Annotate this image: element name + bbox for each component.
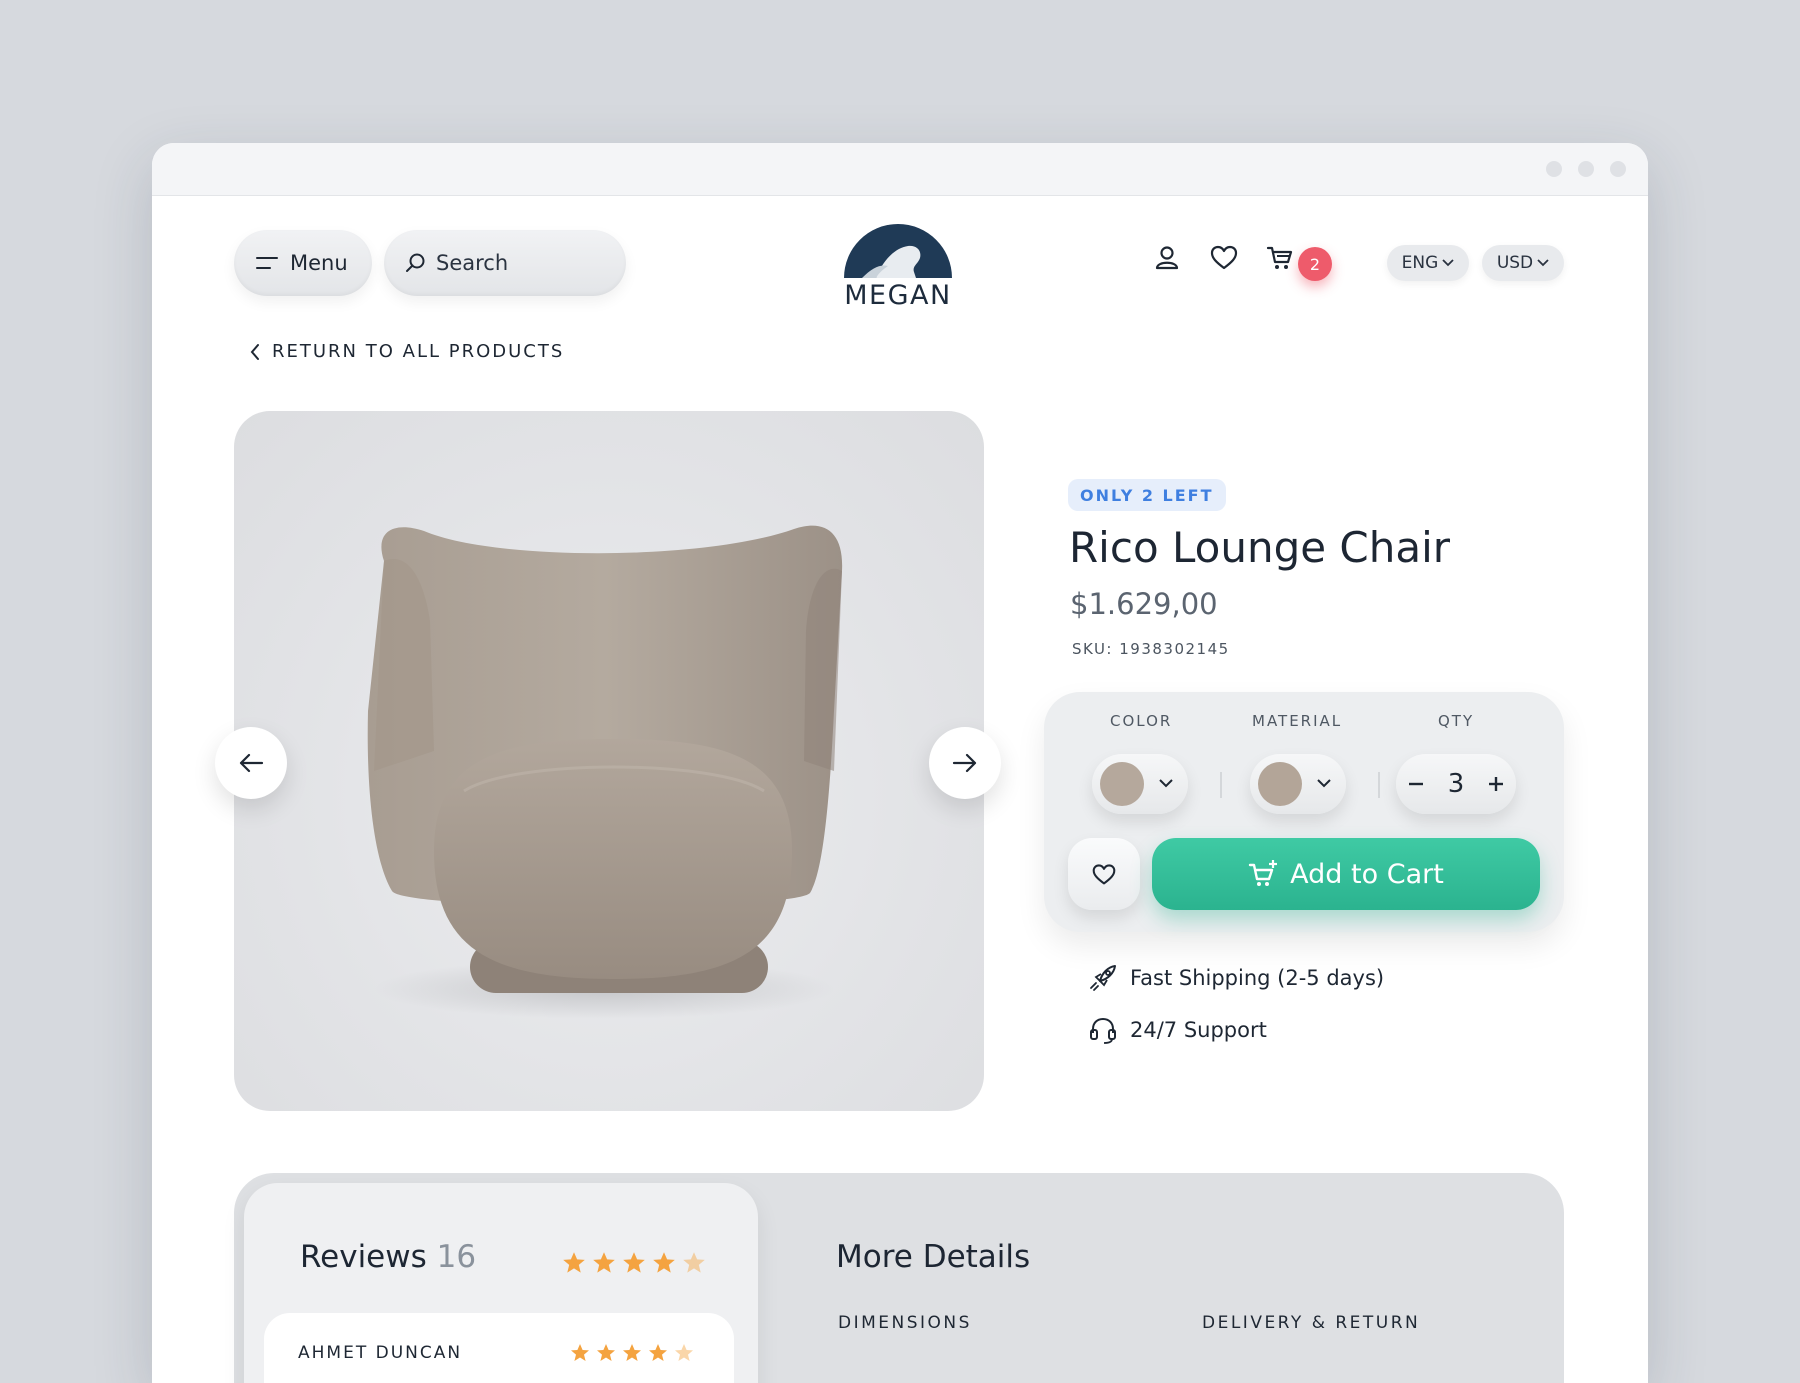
wishlist-heart-icon[interactable] — [1209, 243, 1239, 273]
search-button[interactable]: Search — [384, 230, 626, 296]
review-stars — [570, 1343, 694, 1363]
divider — [1378, 772, 1380, 798]
quantity-value[interactable]: 3 — [1448, 769, 1465, 799]
cart-count-badge: 2 — [1298, 247, 1332, 281]
star-icon — [563, 1252, 585, 1273]
reviews-title: Reviews 16 — [300, 1239, 476, 1275]
window-controls — [1546, 161, 1626, 177]
return-link[interactable]: RETURN TO ALL PRODUCTS — [250, 341, 564, 362]
currency-value: USD — [1496, 253, 1534, 273]
cart-icon[interactable] — [1265, 243, 1295, 273]
heart-icon — [1092, 864, 1116, 885]
material-swatch — [1258, 762, 1302, 806]
feature-label: 24/7 Support — [1130, 1018, 1267, 1042]
product-tabs-panel: Reviews 16 AHMET DUNCAN More Details DIM… — [234, 1173, 1564, 1383]
product-image — [367, 525, 843, 1019]
product-price: $1.629,00 — [1070, 587, 1218, 621]
star-icon — [571, 1344, 589, 1361]
color-swatch — [1100, 762, 1144, 806]
language-select[interactable]: ENG — [1387, 245, 1469, 281]
menu-button[interactable]: Menu — [234, 230, 372, 296]
star-icon — [597, 1344, 615, 1361]
product-sku: SKU: 1938302145 — [1072, 640, 1230, 658]
browser-window: Menu Search MEGAN 2 ENG USD RETURN TO AL… — [152, 143, 1648, 1383]
rating-stars — [562, 1251, 706, 1275]
qty-label: QTY — [1438, 712, 1475, 730]
chevron-down-icon — [1317, 779, 1331, 788]
cart-plus-icon — [1248, 860, 1278, 886]
reviewer-name: AHMET DUNCAN — [298, 1343, 463, 1363]
headset-icon — [1090, 1017, 1116, 1044]
product-gallery — [234, 411, 984, 1111]
arrow-right-icon — [952, 753, 977, 773]
star-icon — [675, 1344, 693, 1361]
previous-image-button[interactable] — [215, 727, 287, 799]
reviews-heading: Reviews — [300, 1239, 427, 1275]
star-icon — [649, 1344, 667, 1361]
star-icon — [623, 1252, 645, 1273]
arrow-left-icon — [239, 753, 264, 773]
feature-fast-shipping: Fast Shipping (2-5 days) — [1088, 963, 1384, 993]
quantity-stepper: 3 — [1396, 754, 1516, 814]
color-select[interactable] — [1092, 754, 1188, 814]
language-value: ENG — [1401, 253, 1439, 273]
star-icon — [683, 1252, 705, 1273]
brand-name: MEGAN — [844, 280, 952, 311]
material-select[interactable] — [1250, 754, 1346, 814]
feature-label: Fast Shipping (2-5 days) — [1130, 966, 1385, 990]
more-details-title: More Details — [836, 1239, 1031, 1275]
dimensions-heading[interactable]: DIMENSIONS — [838, 1313, 972, 1333]
chevron-down-icon — [1159, 779, 1173, 788]
rocket-icon — [1090, 965, 1116, 991]
search-icon — [406, 253, 425, 272]
minus-icon[interactable] — [1408, 782, 1424, 786]
material-label: MATERIAL — [1252, 712, 1343, 730]
reviews-card[interactable]: Reviews 16 AHMET DUNCAN — [244, 1183, 758, 1383]
next-image-button[interactable] — [929, 727, 1001, 799]
search-label: Search — [436, 251, 509, 275]
window-dot[interactable] — [1546, 161, 1562, 177]
star-icon — [623, 1344, 641, 1361]
add-to-cart-button[interactable]: Add to Cart — [1152, 838, 1540, 910]
product-title: Rico Lounge Chair — [1069, 523, 1451, 572]
plus-icon[interactable] — [1488, 776, 1504, 792]
add-to-cart-label: Add to Cart — [1290, 858, 1444, 890]
chevron-down-icon — [1537, 259, 1549, 267]
window-dot[interactable] — [1578, 161, 1594, 177]
purchase-options-card: COLOR MATERIAL QTY 3 Add to Cart — [1044, 692, 1564, 932]
return-label: RETURN TO ALL PRODUCTS — [272, 341, 565, 362]
window-dot[interactable] — [1610, 161, 1626, 177]
chevron-left-icon — [250, 343, 259, 360]
star-icon — [593, 1252, 615, 1273]
feature-support: 24/7 Support — [1088, 1015, 1267, 1045]
divider — [1220, 772, 1222, 798]
stock-badge: ONLY 2 LEFT — [1068, 479, 1226, 511]
review-item[interactable]: AHMET DUNCAN — [264, 1313, 734, 1383]
delivery-return-heading[interactable]: DELIVERY & RETURN — [1202, 1313, 1420, 1333]
menu-label: Menu — [290, 251, 348, 275]
account-icon[interactable] — [1152, 243, 1182, 273]
color-label: COLOR — [1110, 712, 1173, 730]
reviews-count: 16 — [436, 1239, 477, 1275]
logo-mark-icon — [844, 224, 952, 278]
window-titlebar — [152, 143, 1648, 196]
star-icon — [653, 1252, 675, 1273]
hamburger-icon — [256, 257, 278, 269]
chevron-down-icon — [1442, 259, 1454, 267]
currency-select[interactable]: USD — [1482, 245, 1564, 281]
brand-logo[interactable]: MEGAN — [838, 218, 958, 311]
add-to-wishlist-button[interactable] — [1068, 838, 1140, 910]
